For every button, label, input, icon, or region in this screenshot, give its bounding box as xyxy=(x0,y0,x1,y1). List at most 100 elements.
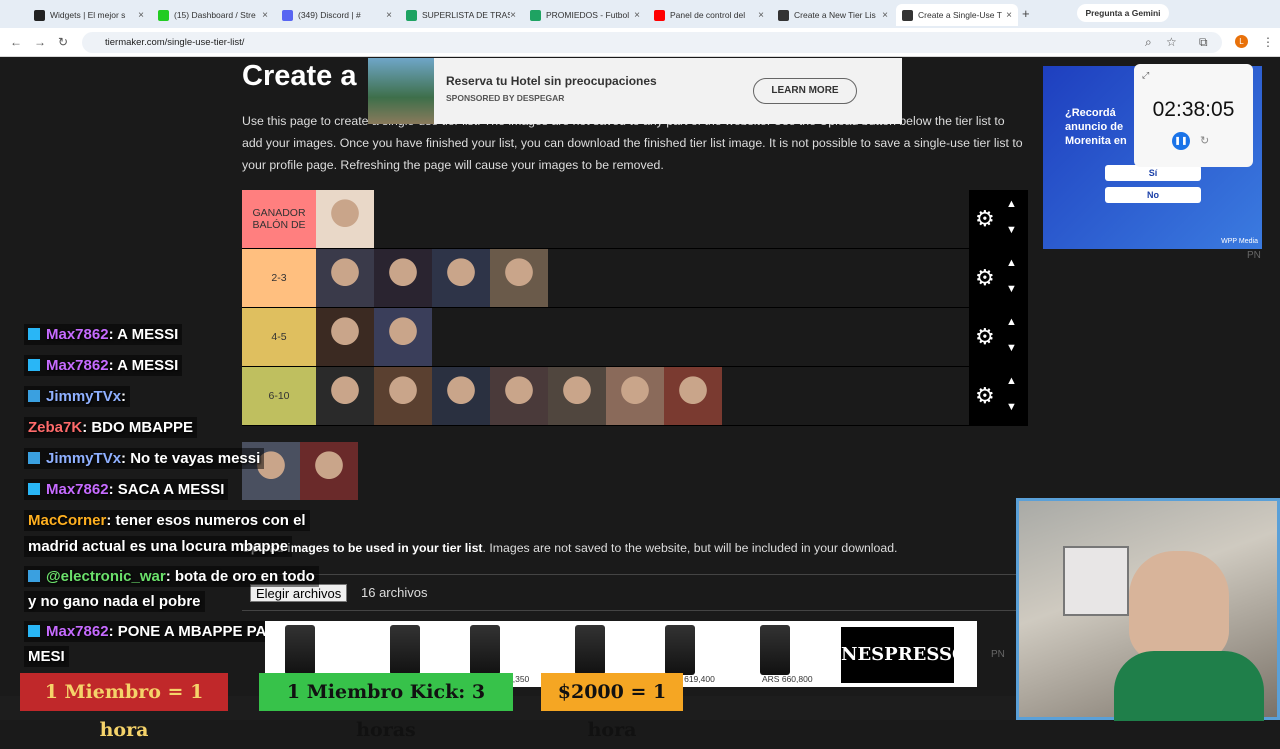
chat-username: JimmyTVx xyxy=(46,450,122,467)
stream-banner: 1 Miembro = 1 hora xyxy=(20,673,228,741)
extensions-icon[interactable]: ⧉ xyxy=(1199,35,1208,50)
gear-icon[interactable]: ⚙ xyxy=(975,385,995,407)
chat-badge-icon xyxy=(28,452,40,464)
timer-widget: ⤢ 02:38:05 ❚❚ ↻ xyxy=(1134,64,1253,167)
top-ad-banner[interactable]: Reserva tu Hotel sin preocupaciones SPON… xyxy=(368,58,902,124)
profile-avatar[interactable]: L xyxy=(1235,35,1248,48)
chat-message: JimmyTVx: No te vayas messi xyxy=(24,448,265,469)
tab-close-icon[interactable]: × xyxy=(634,10,640,21)
browser-tab[interactable]: Create a New Tier Lis × xyxy=(772,4,894,26)
url-field[interactable]: tiermaker.com/single-use-tier-list/ xyxy=(82,32,1222,53)
file-count: 16 archivos xyxy=(361,585,428,600)
chevron-down-icon[interactable]: ▼ xyxy=(1006,283,1017,295)
tier-label[interactable]: 4-5 xyxy=(242,308,316,366)
gear-icon[interactable]: ⚙ xyxy=(975,267,995,289)
zoom-icon[interactable]: ⌕ xyxy=(1145,35,1152,50)
tab-close-icon[interactable]: × xyxy=(510,10,516,21)
tab-close-icon[interactable]: × xyxy=(1006,10,1012,21)
chat-username: Max7862 xyxy=(46,326,109,343)
chat-text: : BDO MBAPPE xyxy=(82,419,194,436)
machine-image xyxy=(390,625,420,675)
browser-tab[interactable]: (349) Discord | # × xyxy=(276,4,398,26)
tier-label[interactable]: 6-10 xyxy=(242,367,316,425)
browser-tab[interactable]: PROMIEDOS - Futbol × xyxy=(524,4,646,26)
browser-tab[interactable]: Widgets | El mejor s × xyxy=(28,4,150,26)
back-icon[interactable]: ← xyxy=(10,35,22,49)
chevron-up-icon[interactable]: ▲ xyxy=(1006,257,1017,269)
browser-tab[interactable]: Create a Single-Use T × xyxy=(896,4,1018,26)
tab-label: Panel de control del xyxy=(670,10,746,20)
gear-icon[interactable]: ⚙ xyxy=(975,326,995,348)
player-tile[interactable] xyxy=(374,367,432,425)
chevron-up-icon[interactable]: ▲ xyxy=(1006,198,1017,210)
price-label: ARS 660,800 xyxy=(762,674,813,684)
chat-message: y no gano nada el pobre xyxy=(24,591,205,612)
player-tile[interactable] xyxy=(374,249,432,307)
stream-banner: $2000 = 1 hora xyxy=(541,673,683,741)
player-tile[interactable] xyxy=(432,249,490,307)
player-tile[interactable] xyxy=(490,249,548,307)
chat-text: y no gano nada el pobre xyxy=(28,593,201,610)
player-tile[interactable] xyxy=(374,308,432,366)
chat-text: : SACA A MESSI xyxy=(108,481,225,498)
ad-headline: Reserva tu Hotel sin preocupaciones xyxy=(446,74,657,88)
upload-text-rest: . Images are not saved to the website, b… xyxy=(482,541,898,555)
expand-icon[interactable]: ⤢ xyxy=(1142,70,1149,81)
player-tile[interactable] xyxy=(490,367,548,425)
player-tile[interactable] xyxy=(316,367,374,425)
bookmark-icon[interactable]: ☆ xyxy=(1166,35,1177,49)
player-tile[interactable] xyxy=(548,367,606,425)
chevron-up-icon[interactable]: ▲ xyxy=(1006,375,1017,387)
player-tile[interactable] xyxy=(432,367,490,425)
tab-close-icon[interactable]: × xyxy=(386,10,392,21)
tier-row: 4-5 ⚙ ▲ ▼ xyxy=(242,308,1028,367)
tab-close-icon[interactable]: × xyxy=(882,10,888,21)
tier-label[interactable]: 2-3 xyxy=(242,249,316,307)
menu-icon[interactable]: ⋮ xyxy=(1262,35,1274,49)
chevron-down-icon[interactable]: ▼ xyxy=(1006,401,1017,413)
tab-close-icon[interactable]: × xyxy=(262,10,268,21)
player-tile[interactable] xyxy=(606,367,664,425)
chat-message: MacCorner: tener esos numeros con el xyxy=(24,510,310,531)
timer-value: 02:38:05 xyxy=(1152,98,1235,121)
tier-label[interactable]: GANADOR BALÓN DE xyxy=(242,190,316,248)
tab-label: PROMIEDOS - Futbol xyxy=(546,10,630,20)
chevron-down-icon[interactable]: ▼ xyxy=(1006,342,1017,354)
stream-banner: 1 Miembro Kick: 3 horas xyxy=(259,673,513,741)
tab-close-icon[interactable]: × xyxy=(758,10,764,21)
reload-icon[interactable]: ↻ xyxy=(58,35,68,49)
chat-message: Max7862: SACA A MESSI xyxy=(24,479,229,500)
streamer-shirt xyxy=(1114,651,1264,721)
chat-username: Max7862 xyxy=(46,481,109,498)
upload-area xyxy=(242,574,1022,611)
tab-favicon xyxy=(778,9,789,21)
tier-row: 6-10 ⚙ ▲ ▼ xyxy=(242,367,1028,426)
player-tile[interactable] xyxy=(664,367,722,425)
tab-close-icon[interactable]: × xyxy=(138,10,144,21)
streamer-face xyxy=(1129,551,1229,661)
chevron-up-icon[interactable]: ▲ xyxy=(1006,316,1017,328)
chat-text: : tener esos numeros con el xyxy=(106,512,306,529)
new-tab-icon[interactable]: + xyxy=(1022,6,1030,21)
player-tile[interactable] xyxy=(300,442,358,500)
browser-tab[interactable]: (15) Dashboard / Stre × xyxy=(152,4,274,26)
chat-text: : xyxy=(121,388,127,405)
poll-no-button[interactable]: No xyxy=(1105,187,1201,203)
poll-yes-button[interactable]: Sí xyxy=(1105,165,1201,181)
gear-icon[interactable]: ⚙ xyxy=(975,208,995,230)
chevron-down-icon[interactable]: ▼ xyxy=(1006,224,1017,236)
browser-tab[interactable]: SUPERLISTA DE TRAS × xyxy=(400,4,522,26)
gemini-button[interactable]: Pregunta a Gemini xyxy=(1077,4,1169,22)
tab-favicon xyxy=(282,9,293,21)
player-tile[interactable] xyxy=(316,308,374,366)
player-tile[interactable] xyxy=(316,249,374,307)
player-tile[interactable] xyxy=(316,190,374,248)
ad-brand: WPP Media xyxy=(1221,238,1258,245)
forward-icon[interactable]: → xyxy=(34,35,46,49)
browser-tab[interactable]: Panel de control del × xyxy=(648,4,770,26)
reset-icon[interactable]: ↻ xyxy=(1200,134,1209,147)
learn-more-button[interactable]: LEARN MORE xyxy=(753,78,857,104)
pause-icon[interactable]: ❚❚ xyxy=(1172,132,1190,150)
tier-items xyxy=(316,249,1028,307)
chat-username: JimmyTVx xyxy=(46,388,122,405)
